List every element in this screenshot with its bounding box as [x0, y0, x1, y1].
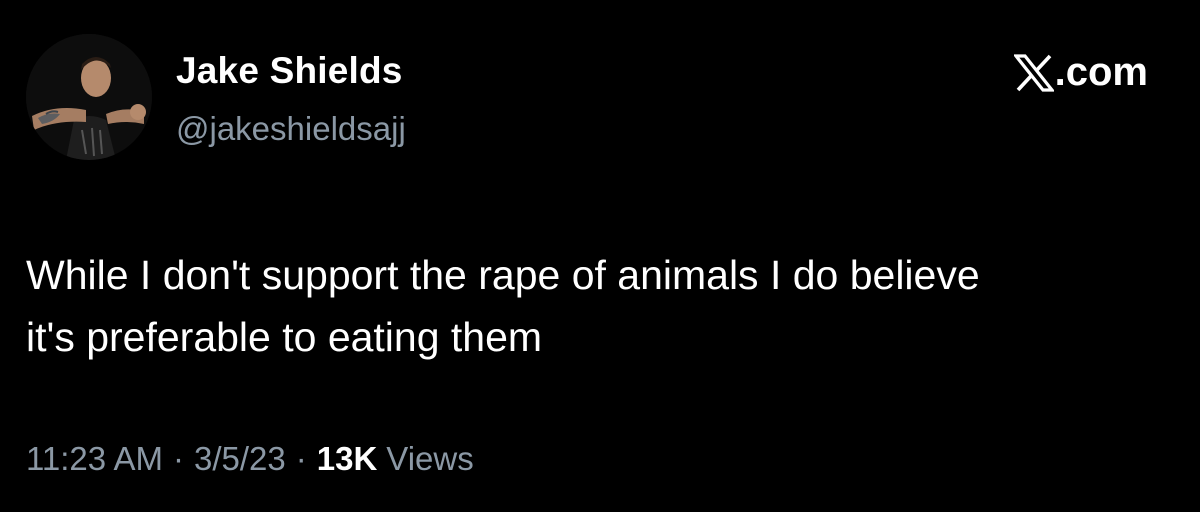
tweet-meta: 11:23 AM · 3/5/23 · 13K Views [26, 440, 474, 478]
tweet-date[interactable]: 3/5/23 [194, 440, 286, 478]
x-logo-icon [1012, 53, 1055, 92]
meta-separator: · [295, 440, 307, 477]
views-count[interactable]: 13K [317, 440, 378, 478]
brand-label: .com [1054, 50, 1148, 94]
avatar[interactable] [26, 34, 152, 160]
tweet-time[interactable]: 11:23 AM [26, 440, 163, 478]
tweet-text: While I don't support the rape of animal… [26, 252, 980, 360]
display-name[interactable]: Jake Shields [176, 50, 403, 92]
profile-photo-icon [26, 34, 152, 160]
meta-separator: · [172, 440, 184, 477]
tweet-card: Jake Shields @jakeshieldsajj .com While … [0, 0, 1200, 512]
user-handle[interactable]: @jakeshieldsajj [176, 110, 406, 148]
brand-watermark: .com [1012, 50, 1148, 95]
views-label[interactable]: Views [386, 440, 473, 478]
